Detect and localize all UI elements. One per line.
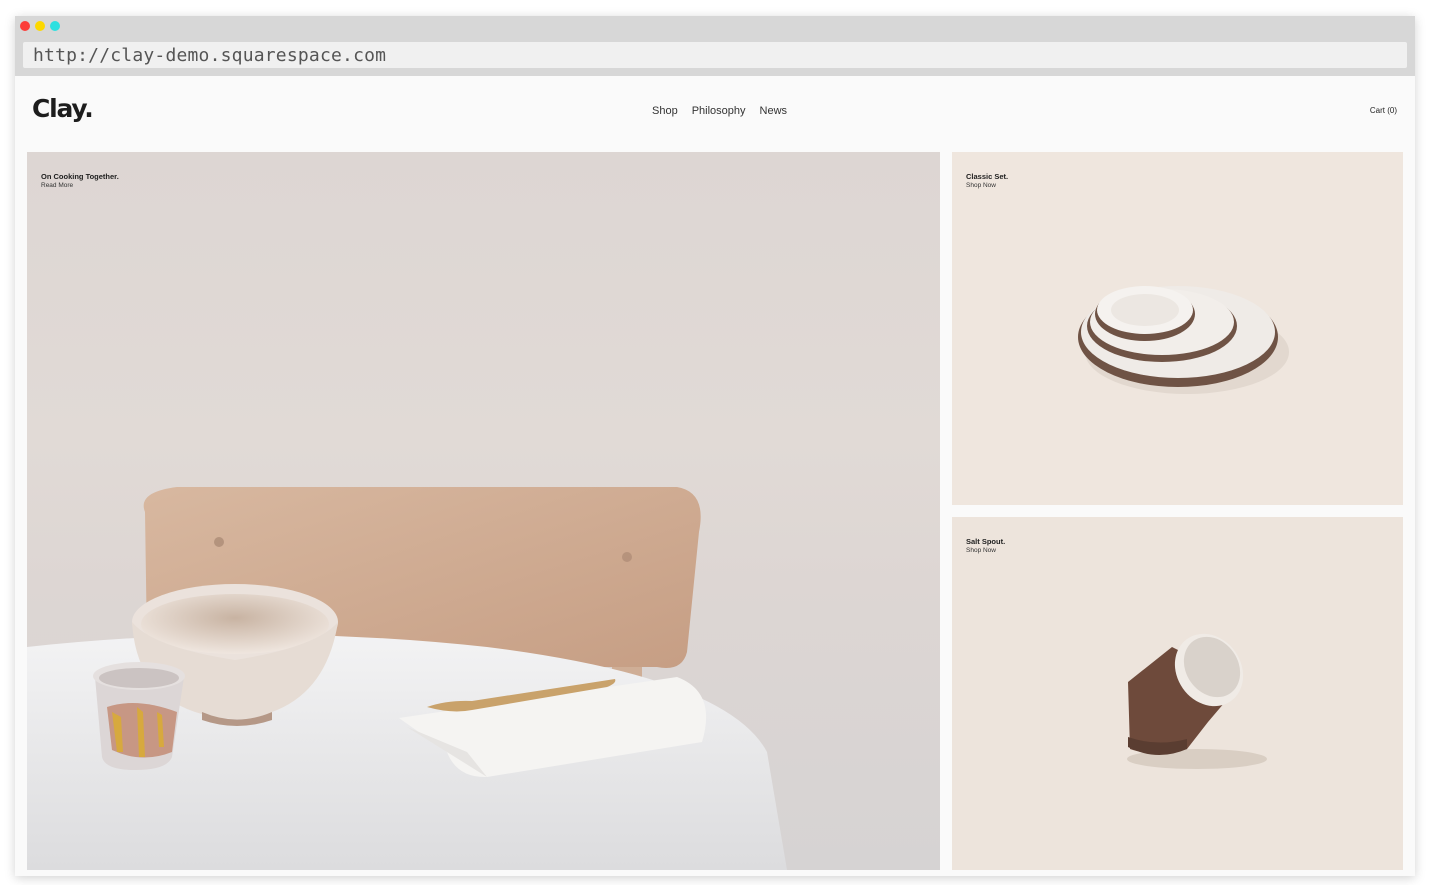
salt-spout-photo bbox=[1127, 633, 1267, 769]
product-tile-classic-set[interactable]: Classic Set. Shop Now bbox=[952, 152, 1403, 505]
tile-title: Salt Spout. bbox=[966, 537, 1006, 546]
address-bar-url: http://clay-demo.squarespace.com bbox=[33, 45, 387, 66]
shop-now-link[interactable]: Shop Now bbox=[966, 182, 1008, 189]
nav-item-news[interactable]: News bbox=[760, 105, 788, 117]
browser-window: http://clay-demo.squarespace.com Clay. S… bbox=[15, 16, 1415, 876]
main-nav: Shop Philosophy News bbox=[652, 105, 787, 117]
plates-photo bbox=[1078, 286, 1289, 394]
window-titlebar bbox=[15, 16, 1415, 36]
site-logo[interactable]: Clay. bbox=[32, 94, 94, 123]
feature-tile-cooking[interactable]: On Cooking Together. Read More bbox=[27, 152, 940, 870]
read-more-link[interactable]: Read More bbox=[41, 182, 119, 189]
close-window-icon[interactable] bbox=[20, 21, 30, 31]
minimize-window-icon[interactable] bbox=[35, 21, 45, 31]
tile-caption: On Cooking Together. Read More bbox=[41, 172, 119, 189]
address-bar[interactable]: http://clay-demo.squarespace.com bbox=[23, 42, 1407, 68]
product-tile-salt-spout[interactable]: Salt Spout. Shop Now bbox=[952, 517, 1403, 870]
nav-item-philosophy[interactable]: Philosophy bbox=[692, 105, 746, 117]
tile-title: On Cooking Together. bbox=[41, 172, 119, 181]
website: Clay. Shop Philosophy News Cart (0) On C… bbox=[15, 76, 1415, 876]
nav-item-shop[interactable]: Shop bbox=[652, 105, 678, 117]
tile-title: Classic Set. bbox=[966, 172, 1009, 181]
cart-link[interactable]: Cart (0) bbox=[1370, 106, 1397, 115]
tile-caption: Classic Set. Shop Now bbox=[966, 172, 1009, 189]
maximize-window-icon[interactable] bbox=[50, 21, 60, 31]
shop-now-link[interactable]: Shop Now bbox=[966, 547, 1005, 554]
kitchen-table-photo bbox=[27, 487, 787, 870]
address-bar-area: http://clay-demo.squarespace.com bbox=[15, 36, 1415, 76]
tile-caption: Salt Spout. Shop Now bbox=[966, 537, 1006, 554]
